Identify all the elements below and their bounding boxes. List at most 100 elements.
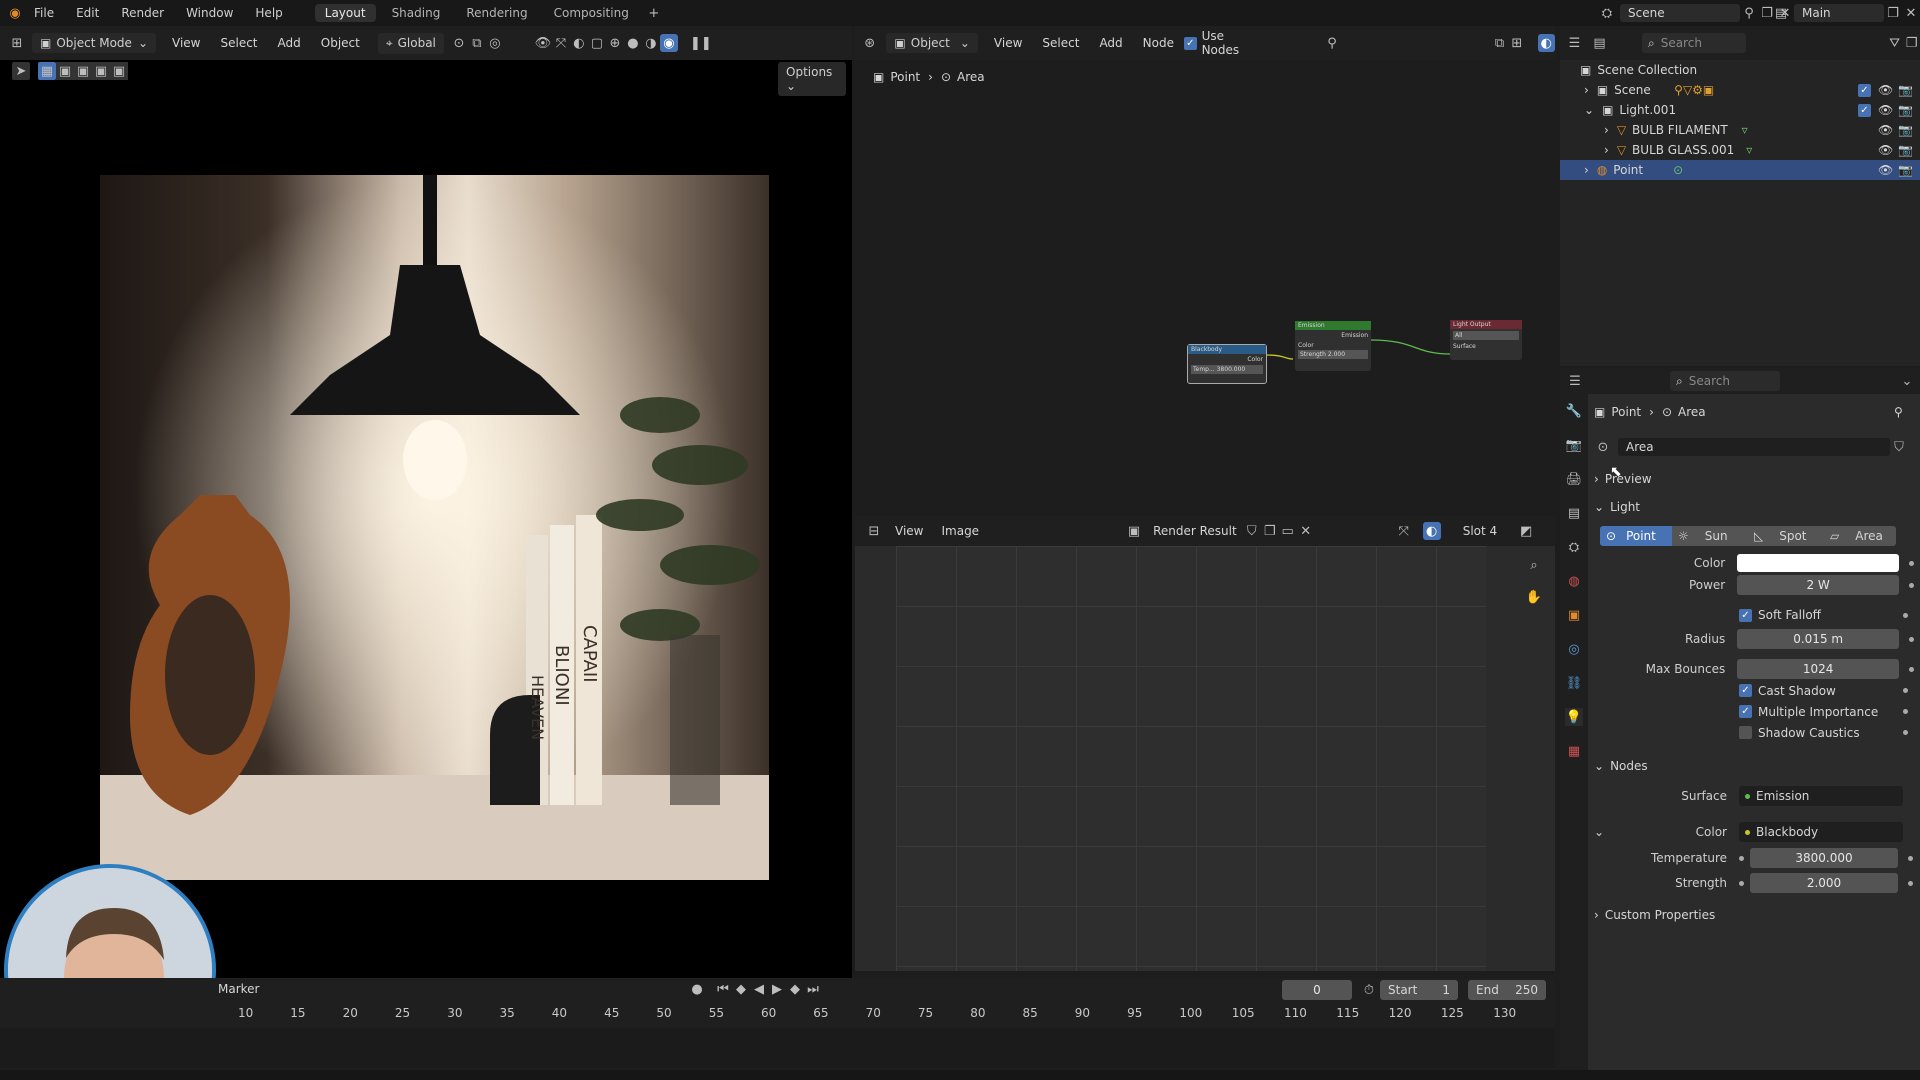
- keyframe-dot-icon[interactable]: [1909, 582, 1914, 588]
- keyframe-dot-icon[interactable]: [1903, 709, 1908, 714]
- light-type-area[interactable]: ▱ Area: [1824, 526, 1896, 546]
- shading-solid-icon[interactable]: ●: [624, 34, 642, 52]
- open-image-icon[interactable]: ▭: [1279, 522, 1297, 540]
- outliner-row-point[interactable]: › ◍ Point ⊙ 👁 📷: [1560, 160, 1920, 180]
- expand-chevron-icon[interactable]: ›: [1604, 143, 1609, 157]
- surface-selector[interactable]: Emission: [1739, 786, 1903, 806]
- image-canvas[interactable]: [896, 546, 1486, 971]
- blender-logo-icon[interactable]: ◉: [6, 4, 24, 22]
- xray-icon[interactable]: ▢: [588, 34, 606, 52]
- menu-help[interactable]: Help: [255, 6, 282, 20]
- delete-view-layer-icon[interactable]: ✕: [1902, 4, 1920, 22]
- outliner-type-icon[interactable]: ☰: [1566, 34, 1583, 52]
- keyframe-dot-icon[interactable]: [1909, 560, 1914, 566]
- physics-tab-icon[interactable]: ◎: [1565, 640, 1583, 658]
- orientation-dropdown[interactable]: ⌖ Global: [377, 32, 444, 54]
- output-tab-icon[interactable]: 🖨: [1565, 470, 1583, 488]
- jump-end-icon[interactable]: ⏭: [804, 980, 822, 998]
- mode-dropdown[interactable]: ▣ Object Mode ⌄: [32, 33, 156, 53]
- section-preview[interactable]: › Preview: [1594, 468, 1914, 490]
- light-data-icon[interactable]: ⊙: [1594, 438, 1612, 456]
- view-layer-tab-icon[interactable]: ▤: [1565, 504, 1583, 522]
- expand-chevron-icon[interactable]: ›: [1584, 83, 1589, 97]
- keyframe-dot-icon[interactable]: [1908, 880, 1913, 886]
- scene-name[interactable]: Scene: [1620, 4, 1740, 22]
- cursor-select-icon[interactable]: ➤: [12, 62, 30, 80]
- timer-icon[interactable]: ⏱: [1360, 981, 1378, 999]
- new-image-icon[interactable]: ❐: [1261, 522, 1279, 540]
- tab-rendering[interactable]: Rendering: [456, 4, 537, 22]
- menu-file[interactable]: File: [34, 6, 54, 20]
- select-subtract-icon[interactable]: ▣: [74, 62, 92, 80]
- node-editor[interactable]: ⊛ ▣ Object ⌄ View Select Add Node ✓ Use …: [855, 26, 1556, 508]
- image-menu-view[interactable]: View: [895, 524, 923, 538]
- options-button[interactable]: Options ⌄: [778, 62, 846, 96]
- node-light-output[interactable]: Light Output All Surface: [1450, 320, 1522, 360]
- image-editor-type-icon[interactable]: ⊟: [865, 522, 883, 540]
- properties-search[interactable]: ⌕ Search: [1670, 371, 1780, 391]
- multiple-importance-checkbox[interactable]: ✓: [1739, 705, 1752, 718]
- menu-edit[interactable]: Edit: [76, 6, 99, 20]
- keyframe-dot-icon[interactable]: [1909, 666, 1914, 672]
- current-frame-field[interactable]: 0: [1282, 980, 1352, 1000]
- chevron-down-icon[interactable]: ⌄: [1898, 372, 1916, 390]
- jump-start-icon[interactable]: ⏮: [714, 980, 732, 998]
- breadcrumb-point[interactable]: Point: [1611, 405, 1641, 419]
- select-invert-icon[interactable]: ▣: [92, 62, 110, 80]
- render-camera-icon[interactable]: 📷: [1898, 103, 1913, 117]
- expand-chevron-icon[interactable]: ›: [1584, 163, 1589, 177]
- visibility-eye-icon[interactable]: 👁: [1878, 103, 1893, 117]
- outliner[interactable]: ☰ ▤ ⌕ Search ⛛ ❐ ▣ Scene Collection › ▣ …: [1560, 26, 1920, 366]
- overlay-icon[interactable]: ◐: [570, 34, 588, 52]
- light-type-point[interactable]: ⊙ Point: [1600, 526, 1672, 546]
- include-checkbox[interactable]: ✓: [1858, 103, 1871, 117]
- add-workspace-icon[interactable]: +: [645, 4, 663, 22]
- display-channels-icon[interactable]: ◩: [1517, 522, 1535, 540]
- datablock-name[interactable]: Area: [1618, 438, 1890, 456]
- properties-editor[interactable]: ☰ ⌕ Search ⌄ 🔧 📷 🖨 ▤ ⛭ ◍ ▣ ◎ ⛓ 💡 ▦ ▣ Poi…: [1560, 368, 1920, 1070]
- texture-tab-icon[interactable]: ▦: [1565, 742, 1583, 760]
- radius-field[interactable]: 0.015 m: [1737, 629, 1900, 649]
- menu-render[interactable]: Render: [121, 6, 164, 20]
- scene-collection-row[interactable]: ▣ Scene Collection: [1560, 60, 1920, 80]
- snap-icon[interactable]: ⧉: [468, 34, 486, 52]
- tab-shading[interactable]: Shading: [382, 4, 451, 22]
- cast-shadow-checkbox[interactable]: ✓: [1739, 684, 1752, 697]
- auto-keying-icon[interactable]: ●: [688, 980, 706, 998]
- pin-icon[interactable]: ⚲: [1740, 4, 1758, 22]
- shading-rendered-icon[interactable]: ◉: [659, 34, 678, 52]
- proportional-edit-icon[interactable]: ◎: [486, 34, 504, 52]
- node-emission-strength[interactable]: Strength 2.000: [1298, 350, 1368, 359]
- menu-window[interactable]: Window: [186, 6, 233, 20]
- pin-icon[interactable]: ⚲: [1894, 405, 1903, 419]
- world-tab-icon[interactable]: ◍: [1565, 572, 1583, 590]
- color-swatch[interactable]: [1737, 554, 1900, 572]
- gizmo-icon[interactable]: ⤧: [1395, 522, 1413, 540]
- close-icon[interactable]: ✕: [1297, 522, 1315, 540]
- node-blackbody[interactable]: Blackbody Color Temp... 3800.000: [1187, 344, 1267, 384]
- viewport-3d[interactable]: ⊞ ▣ Object Mode ⌄ View Select Add Object…: [0, 26, 852, 1076]
- node-color-selector[interactable]: Blackbody: [1739, 822, 1903, 842]
- new-collection-icon[interactable]: ❐: [1903, 34, 1920, 52]
- menu-view[interactable]: View: [172, 36, 200, 50]
- render-tab-icon[interactable]: 📷: [1565, 436, 1583, 454]
- image-browse-icon[interactable]: ▣: [1125, 522, 1143, 540]
- menu-add[interactable]: Add: [278, 36, 301, 50]
- max-bounces-field[interactable]: 1024: [1737, 659, 1900, 679]
- scene-selector[interactable]: ⛭ Scene ⚲ ❐ ✕: [1598, 4, 1794, 22]
- tab-compositing[interactable]: Compositing: [544, 4, 639, 22]
- light-data-tab-icon[interactable]: 💡: [1565, 708, 1583, 726]
- light-type-sun[interactable]: ☼ Sun: [1672, 526, 1748, 546]
- breadcrumb-area[interactable]: Area: [1678, 405, 1706, 419]
- temperature-field[interactable]: 3800.000: [1750, 848, 1898, 868]
- outliner-row-bulb-glass[interactable]: › ▽ BULB GLASS.001 ▿ 👁 📷: [1560, 140, 1920, 160]
- editor-type-icon[interactable]: ⊞: [8, 34, 26, 52]
- new-view-layer-icon[interactable]: ❐: [1884, 4, 1902, 22]
- outliner-search[interactable]: ⌕ Search: [1641, 33, 1747, 53]
- section-light[interactable]: ⌄ Light: [1594, 496, 1914, 518]
- node-blackbody-temp[interactable]: Temp... 3800.000: [1191, 365, 1263, 374]
- visibility-eye-icon[interactable]: 👁: [1878, 123, 1893, 137]
- prev-keyframe-icon[interactable]: ◆: [732, 980, 750, 998]
- image-name[interactable]: Render Result: [1153, 524, 1237, 538]
- keyframe-area[interactable]: [0, 1028, 1555, 1068]
